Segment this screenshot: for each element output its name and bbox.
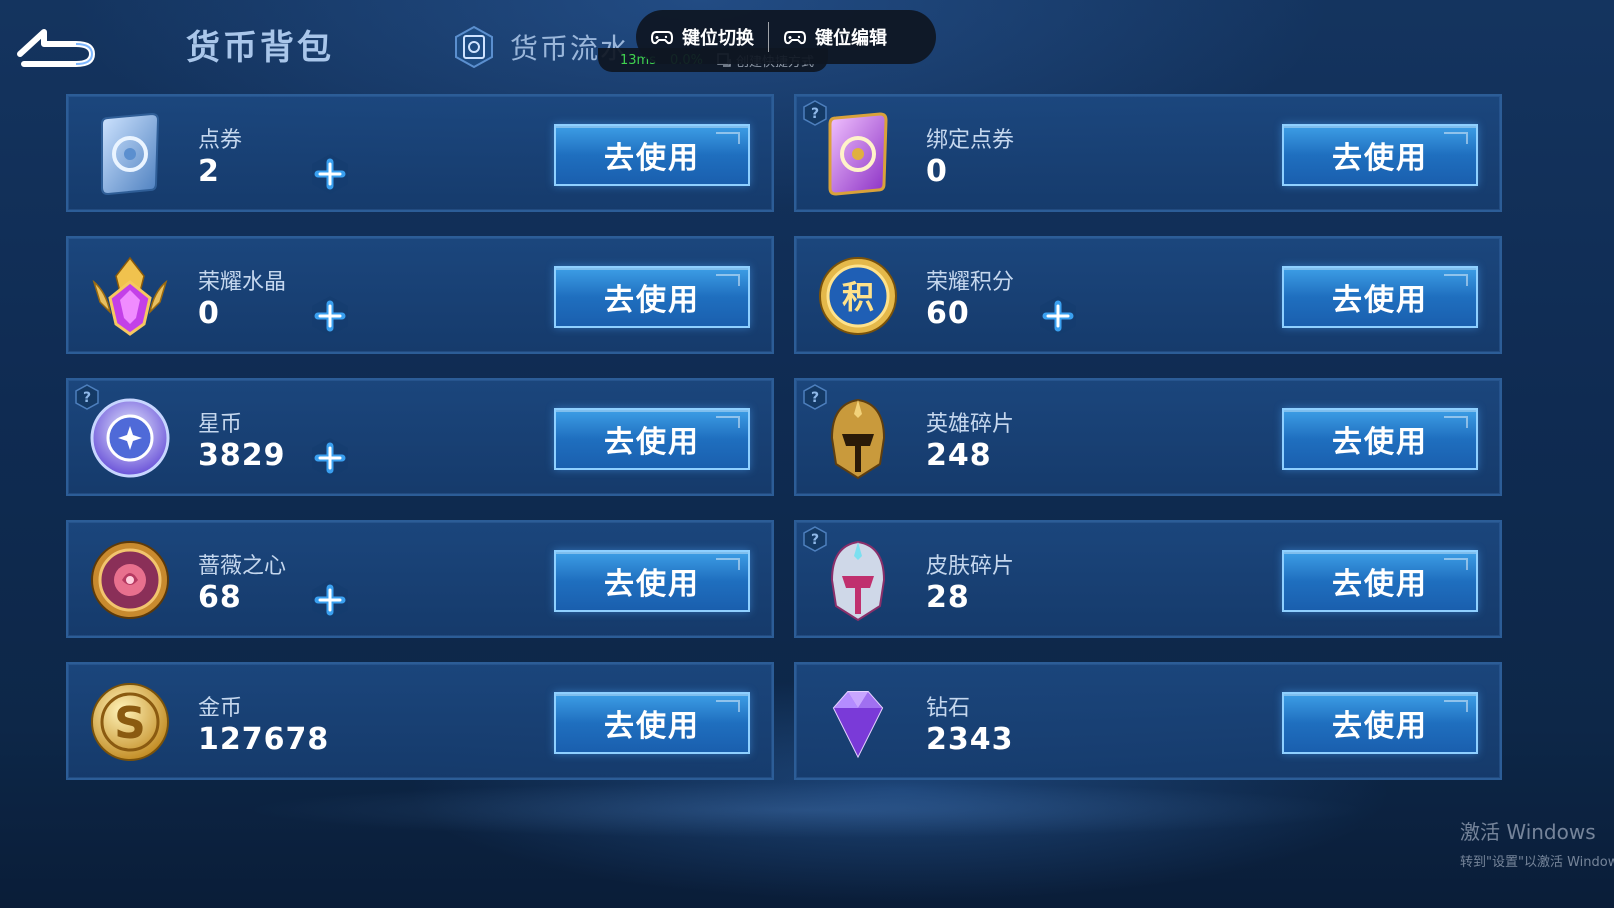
currency-name: 钻石	[926, 696, 971, 721]
currency-flow-icon	[455, 25, 493, 69]
glory-crystal-icon	[86, 252, 174, 340]
skin-fragment-icon	[814, 536, 902, 624]
back-button[interactable]	[14, 24, 98, 68]
plus-icon	[312, 438, 348, 478]
keymap-switch-button[interactable]: 键位切换	[636, 10, 768, 64]
use-glory-points-button[interactable]: 去使用	[1282, 266, 1478, 328]
currency-card-rose-heart: 蔷薇之心 68 去使用	[66, 520, 774, 638]
rose-heart-icon	[86, 536, 174, 624]
hero-fragment-icon	[814, 394, 902, 482]
plus-icon	[1040, 296, 1076, 336]
currency-name: 蔷薇之心	[198, 554, 287, 579]
use-diamond-button[interactable]: 去使用	[1282, 692, 1478, 754]
use-rose-heart-button[interactable]: 去使用	[554, 550, 750, 612]
add-rose-heart-button[interactable]	[308, 578, 352, 622]
page-title: 货币背包	[186, 28, 334, 68]
currency-card-gold-coin: S 金币 127678 去使用	[66, 662, 774, 780]
coupon-icon	[86, 110, 174, 198]
glory-points-icon: 积	[814, 252, 902, 340]
keymap-edit-button[interactable]: 键位编辑	[769, 10, 901, 64]
gamepad-icon	[650, 31, 674, 45]
star-coin-icon	[86, 394, 174, 482]
use-gold-coin-button[interactable]: 去使用	[554, 692, 750, 754]
currency-value: 0	[926, 154, 948, 189]
currency-name: 英雄碎片	[926, 412, 1015, 437]
keymap-edit-label: 键位编辑	[815, 28, 887, 49]
gold-coin-icon: S	[86, 678, 174, 766]
currency-value: 248	[926, 438, 992, 473]
currency-name: 星币	[198, 412, 243, 437]
currency-value: 2343	[926, 722, 1014, 757]
currency-card-diamond: 钻石 2343 去使用	[794, 662, 1502, 780]
watermark-line-2: 转到"设置"以激活 Windows。	[1460, 855, 1614, 870]
currency-card-hero-fragment: ? 英雄碎片 248 去使用	[794, 378, 1502, 496]
currency-value: 68	[198, 580, 242, 615]
use-glory-crystal-button[interactable]: 去使用	[554, 266, 750, 328]
add-star-coin-button[interactable]	[308, 436, 352, 480]
currency-card-bound-coupon: ? 绑定点券 0 去使用	[794, 94, 1502, 212]
currency-value: 60	[926, 296, 970, 331]
use-star-coin-button[interactable]: 去使用	[554, 408, 750, 470]
currency-name: 荣耀水晶	[198, 270, 287, 295]
add-glory-crystal-button[interactable]	[308, 294, 352, 338]
currency-name: 绑定点券	[926, 128, 1015, 153]
currency-card-glory-points: 积 荣耀积分 60 去使用	[794, 236, 1502, 354]
currency-card-glory-crystal: 荣耀水晶 0 去使用	[66, 236, 774, 354]
currency-card-star-coin: ? 星币 3829 去使用	[66, 378, 774, 496]
add-coupon-button[interactable]	[308, 152, 352, 196]
keymap-toolbar: 键位切换 键位编辑	[636, 10, 936, 64]
diamond-icon	[814, 678, 902, 766]
back-arrow-icon	[17, 29, 95, 67]
currency-name: 点券	[198, 128, 243, 153]
currency-value: 0	[198, 296, 220, 331]
currency-card-skin-fragment: ? 皮肤碎片 28 去使用	[794, 520, 1502, 638]
add-glory-points-button[interactable]	[1036, 294, 1080, 338]
windows-activation-watermark: 激活 Windows 转到"设置"以激活 Windows。	[1460, 816, 1614, 870]
currency-name: 皮肤碎片	[926, 554, 1015, 579]
currency-value: 3829	[198, 438, 286, 473]
currency-value: 2	[198, 154, 220, 189]
plus-icon	[312, 296, 348, 336]
use-bound-coupon-button[interactable]: 去使用	[1282, 124, 1478, 186]
bound-coupon-icon	[814, 110, 902, 198]
gamepad-icon	[783, 31, 807, 45]
watermark-line-1: 激活 Windows	[1460, 820, 1596, 844]
use-skin-fragment-button[interactable]: 去使用	[1282, 550, 1478, 612]
plus-icon	[312, 154, 348, 194]
use-hero-fragment-button[interactable]: 去使用	[1282, 408, 1478, 470]
currency-card-coupon: 点券 2 去使用	[66, 94, 774, 212]
svg-text:S: S	[114, 698, 146, 749]
currency-backpack-screen: 货币背包 货币流水 13ms 0.0% 创建快捷方式 键位切换	[0, 0, 1614, 908]
currency-name: 荣耀积分	[926, 270, 1015, 295]
currency-value: 28	[926, 580, 970, 615]
currency-name: 金币	[198, 696, 243, 721]
svg-text:积: 积	[842, 278, 874, 316]
currency-value: 127678	[198, 722, 330, 757]
plus-icon	[312, 580, 348, 620]
keymap-switch-label: 键位切换	[682, 28, 754, 49]
use-coupon-button[interactable]: 去使用	[554, 124, 750, 186]
